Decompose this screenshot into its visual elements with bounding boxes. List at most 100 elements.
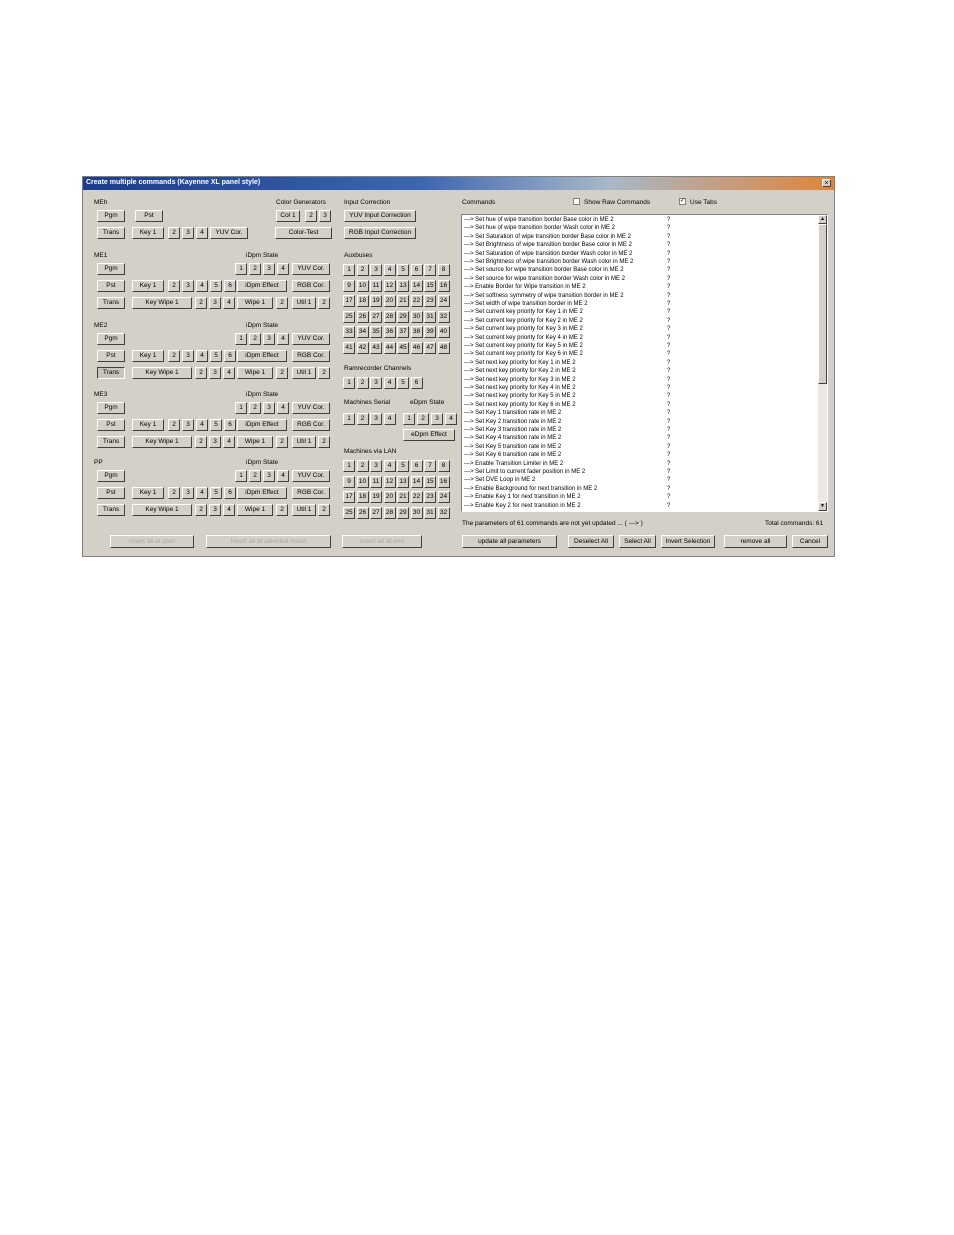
insert-all-at-end-button[interactable]: insert all at end xyxy=(342,535,422,548)
scroll-up-icon[interactable]: ▲ xyxy=(818,215,827,224)
me3-util-2-button[interactable]: 2 xyxy=(318,436,330,448)
me2-rgb-cor-button[interactable]: RGB Cor. xyxy=(292,350,330,362)
auxbus-17-button[interactable]: 17 xyxy=(343,295,355,307)
auxbus-6-button[interactable]: 6 xyxy=(410,264,423,276)
me1-keywipe-2-button[interactable]: 2 xyxy=(195,297,207,309)
me3-key1-button[interactable]: Key 1 xyxy=(132,419,164,431)
commands-list[interactable]: ---> Set hue of wipe transition border B… xyxy=(461,214,828,512)
list-item[interactable]: ---> Set next key priority for Key 4 in … xyxy=(464,384,670,392)
auxbus-40-button[interactable]: 40 xyxy=(437,326,450,338)
list-item[interactable]: ---> Set current key priority for Key 6 … xyxy=(464,350,670,358)
machines-lan-6-button[interactable]: 6 xyxy=(410,460,423,472)
auxbus-5-button[interactable]: 5 xyxy=(397,264,409,276)
ramrecorder-2-button[interactable]: 2 xyxy=(356,377,369,389)
cancel-button[interactable]: Cancel xyxy=(792,535,828,548)
auxbus-37-button[interactable]: 37 xyxy=(397,326,409,338)
ramrecorder-6-button[interactable]: 6 xyxy=(410,377,423,389)
me1-key1-button[interactable]: Key 1 xyxy=(132,280,164,292)
pp-trans-button[interactable]: Trans xyxy=(97,504,125,516)
machines-lan-22-button[interactable]: 22 xyxy=(410,491,423,503)
auxbus-47-button[interactable]: 47 xyxy=(424,341,436,354)
auxbus-23-button[interactable]: 23 xyxy=(424,295,436,307)
me1-wipe1-button[interactable]: Wipe 1 xyxy=(237,297,273,309)
me2-yuv-cor-button[interactable]: YUV Cor. xyxy=(292,333,330,345)
list-item[interactable]: ---> Set Brightness of wipe transition b… xyxy=(464,241,670,249)
pp-util-2-button[interactable]: 2 xyxy=(318,504,330,516)
me2-wipe-2-button[interactable]: 2 xyxy=(276,367,288,379)
list-item[interactable]: ---> Set next key priority for Key 1 in … xyxy=(464,359,670,367)
col-2-button[interactable]: 2 xyxy=(305,210,317,222)
me1-yuv-cor-button[interactable]: YUV Cor. xyxy=(292,263,330,275)
auxbus-2-button[interactable]: 2 xyxy=(356,264,369,276)
machines-lan-27-button[interactable]: 27 xyxy=(370,506,382,519)
pp-wipe-2-button[interactable]: 2 xyxy=(276,504,288,516)
vertical-scrollbar[interactable]: ▲ ▼ xyxy=(818,215,827,511)
auxbus-26-button[interactable]: 26 xyxy=(356,310,369,323)
yuv-input-correction-button[interactable]: YUV Input Correction xyxy=(344,210,416,222)
auxbus-34-button[interactable]: 34 xyxy=(356,326,369,338)
list-item[interactable]: ---> Set Limit to current fader position… xyxy=(464,468,670,476)
machines-serial-2-button[interactable]: 2 xyxy=(356,413,369,425)
me2-wipe1-button[interactable]: Wipe 1 xyxy=(237,367,273,379)
ramrecorder-4-button[interactable]: 4 xyxy=(383,377,396,389)
machines-lan-18-button[interactable]: 18 xyxy=(356,491,369,503)
me1-util-2-button[interactable]: 2 xyxy=(318,297,330,309)
auxbus-25-button[interactable]: 25 xyxy=(343,310,355,323)
me3-key-4-button[interactable]: 4 xyxy=(196,419,208,431)
meh-pst-button[interactable]: Pst xyxy=(135,210,163,222)
list-item[interactable]: ---> Set Key 5 transition rate in ME 2? xyxy=(464,443,670,451)
me2-idpm-4-button[interactable]: 4 xyxy=(277,333,289,345)
machines-lan-5-button[interactable]: 5 xyxy=(397,460,409,472)
pp-idpm-4-button[interactable]: 4 xyxy=(277,470,289,482)
auxbus-43-button[interactable]: 43 xyxy=(370,341,382,354)
me2-keywipe-3-button[interactable]: 3 xyxy=(209,367,221,379)
list-item[interactable]: ---> Set width of wipe transition border… xyxy=(464,300,670,308)
list-item[interactable]: ---> Enable Background for next transiti… xyxy=(464,485,670,493)
meh-key-4-button[interactable]: 4 xyxy=(196,227,208,239)
pp-pgm-button[interactable]: Pgm xyxy=(97,470,125,482)
machines-lan-28-button[interactable]: 28 xyxy=(383,506,396,519)
auxbus-4-button[interactable]: 4 xyxy=(383,264,396,276)
me2-key-6-button[interactable]: 6 xyxy=(224,350,236,362)
machines-lan-11-button[interactable]: 11 xyxy=(370,475,382,488)
me1-trans-button[interactable]: Trans xyxy=(97,297,125,309)
auxbus-18-button[interactable]: 18 xyxy=(356,295,369,307)
machines-serial-1-button[interactable]: 1 xyxy=(343,413,355,425)
auxbus-19-button[interactable]: 19 xyxy=(370,295,382,307)
pp-idpm-3-button[interactable]: 3 xyxy=(263,470,275,482)
pp-key-wipe1-button[interactable]: Key Wipe 1 xyxy=(132,504,192,516)
auxbus-13-button[interactable]: 13 xyxy=(397,279,409,292)
machines-lan-26-button[interactable]: 26 xyxy=(356,506,369,519)
auxbus-39-button[interactable]: 39 xyxy=(424,326,436,338)
me3-keywipe-2-button[interactable]: 2 xyxy=(195,436,207,448)
pp-key-3-button[interactable]: 3 xyxy=(182,487,194,499)
list-item[interactable]: ---> Set next key priority for Key 5 in … xyxy=(464,392,670,400)
me3-util1-button[interactable]: Util 1 xyxy=(292,436,316,448)
list-item[interactable]: ---> Set DVE Loop in ME 2? xyxy=(464,476,670,484)
auxbus-27-button[interactable]: 27 xyxy=(370,310,382,323)
me1-util1-button[interactable]: Util 1 xyxy=(292,297,316,309)
pp-util1-button[interactable]: Util 1 xyxy=(292,504,316,516)
machines-serial-4-button[interactable]: 4 xyxy=(383,413,396,425)
auxbus-41-button[interactable]: 41 xyxy=(343,341,355,354)
list-item[interactable]: ---> Set next key priority for Key 2 in … xyxy=(464,367,670,375)
pp-idpm-effect-button[interactable]: iDpm Effect xyxy=(237,487,287,499)
machines-lan-17-button[interactable]: 17 xyxy=(343,491,355,503)
auxbus-21-button[interactable]: 21 xyxy=(397,295,409,307)
auxbus-29-button[interactable]: 29 xyxy=(397,310,409,323)
edpm-2-button[interactable]: 2 xyxy=(417,413,429,425)
title-bar[interactable]: Create multiple commands (Kayenne XL pan… xyxy=(83,177,834,190)
me2-key1-button[interactable]: Key 1 xyxy=(132,350,164,362)
list-item[interactable]: ---> Set hue of wipe transition border W… xyxy=(464,224,670,232)
auxbus-1-button[interactable]: 1 xyxy=(343,264,355,276)
me1-keywipe-3-button[interactable]: 3 xyxy=(209,297,221,309)
list-item[interactable]: ---> Set current key priority for Key 3 … xyxy=(464,325,670,333)
me2-idpm-1-button[interactable]: 1 xyxy=(235,333,247,345)
me1-idpm-effect-button[interactable]: iDpm Effect xyxy=(237,280,287,292)
list-item[interactable]: ---> Set source for wipe transition bord… xyxy=(464,275,670,283)
me3-key-5-button[interactable]: 5 xyxy=(210,419,222,431)
meh-key-3-button[interactable]: 3 xyxy=(182,227,194,239)
me3-idpm-4-button[interactable]: 4 xyxy=(277,402,289,414)
list-item[interactable]: ---> Set current key priority for Key 5 … xyxy=(464,342,670,350)
me3-key-wipe1-button[interactable]: Key Wipe 1 xyxy=(132,436,192,448)
